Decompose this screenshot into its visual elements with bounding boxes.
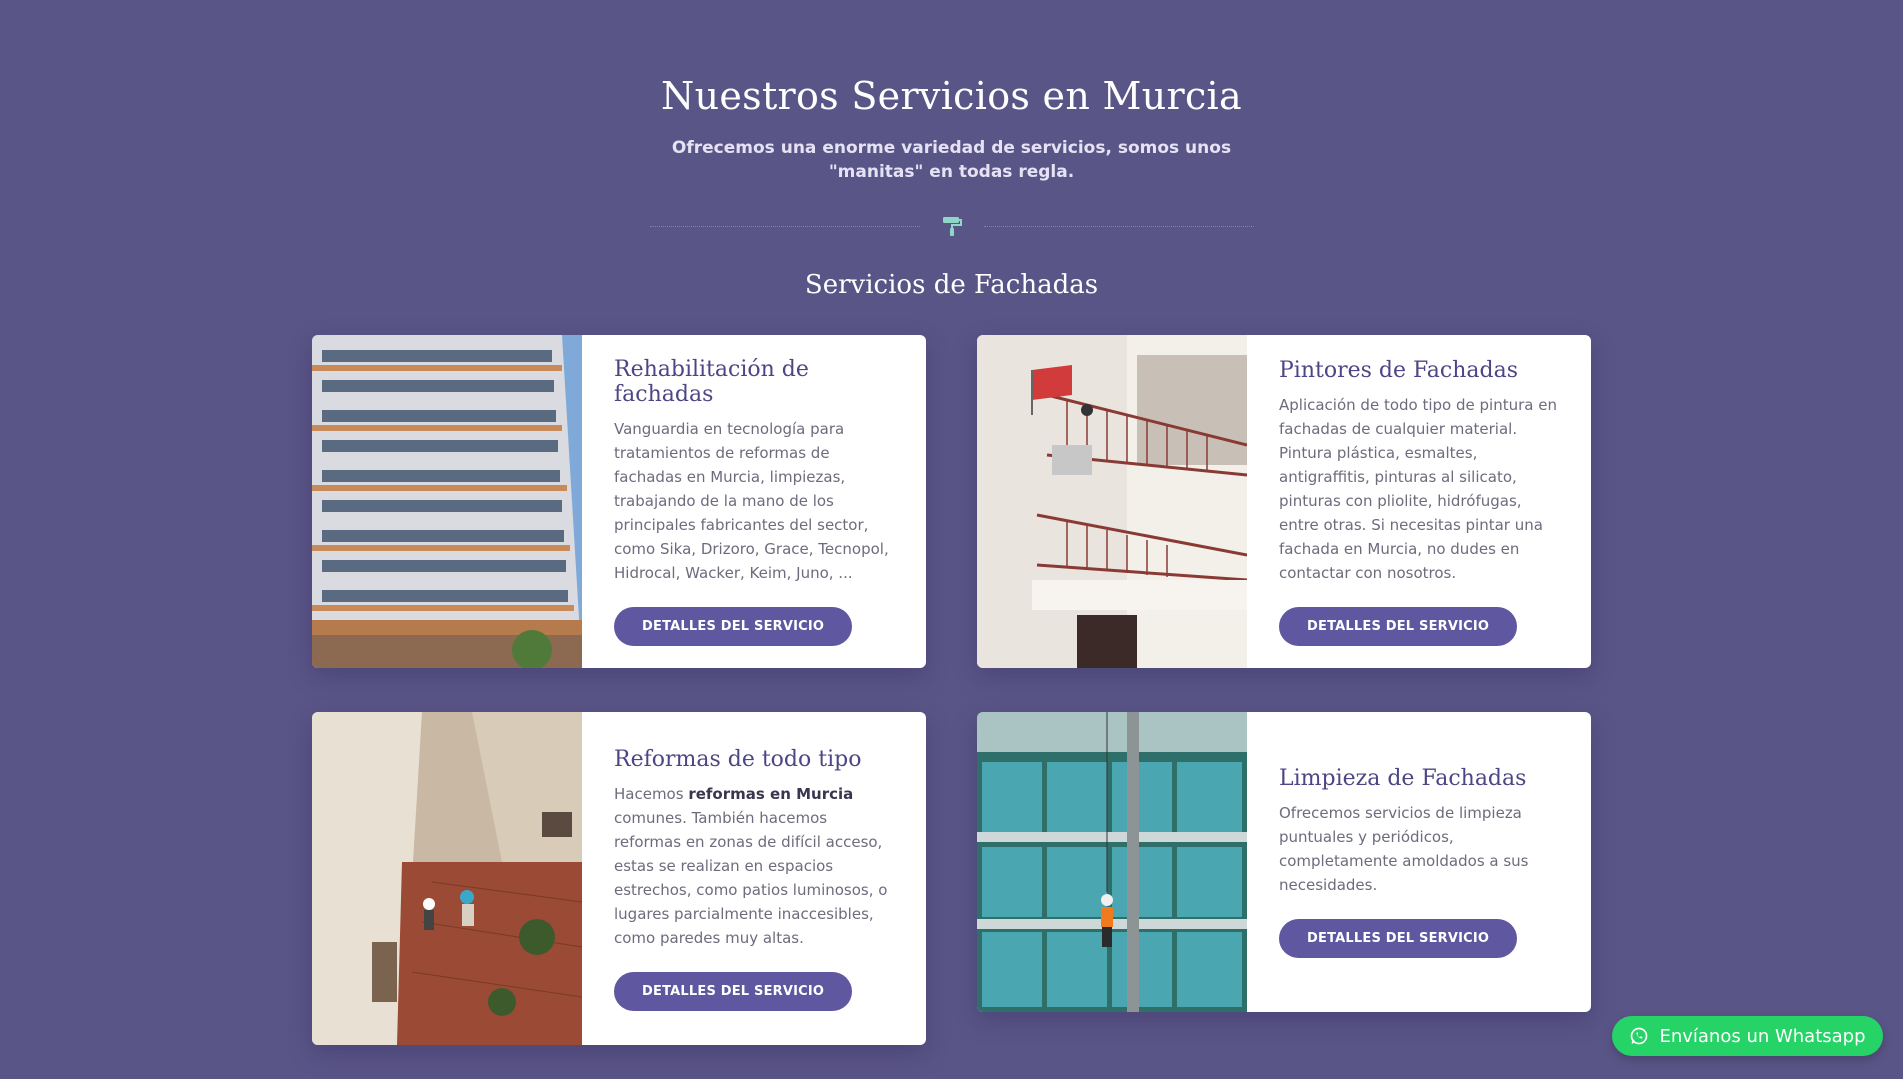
service-card-rehabilitacion: Rehabilitación de fachadas Vanguardia en… [312,335,926,668]
service-image-building [312,335,582,668]
service-image-courtyard [312,712,582,1045]
divider-line-right [984,226,1254,227]
service-details-button[interactable]: DETALLES DEL SERVICIO [614,971,853,1011]
card-text-bold: reformas en Murcia [688,784,854,803]
service-details-button[interactable]: DETALLES DEL SERVICIO [1279,606,1518,646]
divider [650,214,1254,238]
balcony-painters-image [977,335,1247,668]
whatsapp-button[interactable]: Envíanos un Whatsapp [1612,1016,1883,1056]
divider-line-left [650,226,920,227]
card-description: Hacemos reformas en Murcia comunes. Tamb… [614,782,894,950]
courtyard-workers-image [312,712,582,1045]
card-text-after: comunes. También hacemos reformas en zon… [614,808,888,947]
section-title: Servicios de Fachadas [804,270,1099,300]
card-title: Limpieza de Fachadas [1279,766,1527,791]
card-description: Aplicación de todo tipo de pintura en fa… [1279,395,1557,582]
building-scaffold-image [312,335,582,668]
glass-facade-cleaner-image [977,712,1247,1012]
service-image-glass-facade [977,712,1247,1012]
service-card-limpieza: Limpieza de Fachadas Ofrecemos servicios… [977,712,1591,1012]
card-text-before: Hacemos [614,784,689,803]
card-title: Rehabilitación de fachadas [614,357,809,407]
whatsapp-label: Envíanos un Whatsapp [1659,1025,1866,1047]
whatsapp-icon [1631,1027,1648,1045]
service-details-button[interactable]: DETALLES DEL SERVICIO [1279,919,1518,958]
service-details-button[interactable]: DETALLES DEL SERVICIO [614,607,853,646]
service-card-reformas: Reformas de todo tipo Hacemos reformas e… [312,712,926,1045]
page-subtitle: Ofrecemos una enorme variedad de servici… [671,138,1232,182]
paint-roller-icon [943,217,962,236]
card-title: Pintores de Fachadas [1279,357,1518,383]
card-description: Vanguardia en tecnología para tratamient… [614,420,889,582]
card-description: Ofrecemos servicios de limpieza puntuale… [1279,804,1529,894]
page-title: Nuestros Servicios en Murcia [661,74,1242,118]
section-header: Nuestros Servicios en Murcia Ofrecemos u… [0,74,1903,184]
service-card-pintores: Pintores de Fachadas Aplicación de todo … [977,335,1591,668]
service-image-balcony [977,335,1247,668]
card-title: Reformas de todo tipo [614,746,862,772]
